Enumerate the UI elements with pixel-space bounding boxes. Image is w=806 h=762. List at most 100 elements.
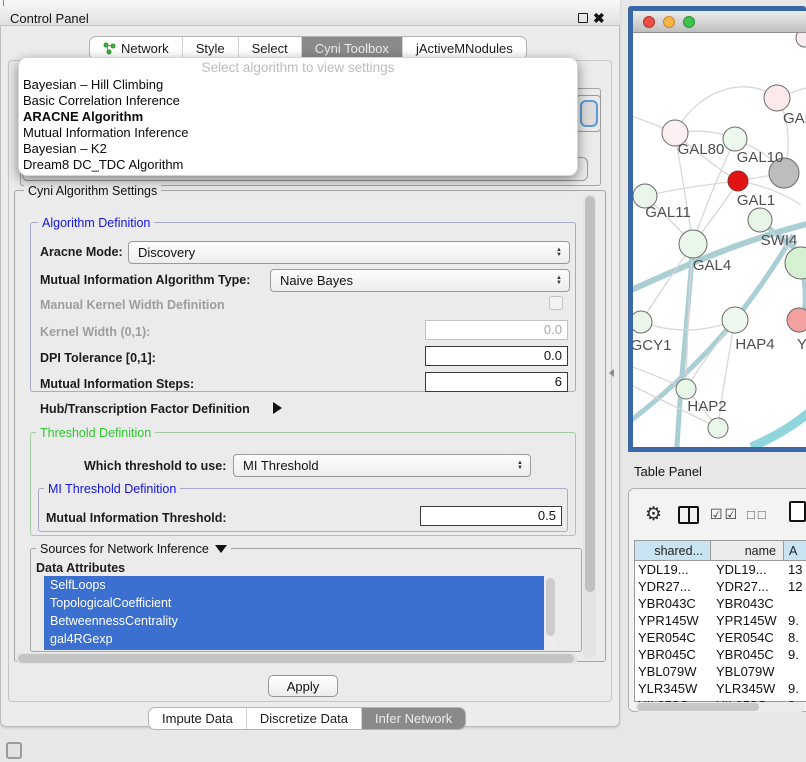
table-row[interactable]: YER054C YER054C 8. xyxy=(634,629,806,646)
split-columns-icon[interactable] xyxy=(678,506,699,524)
table-row[interactable]: YLR345W YLR345W 9. xyxy=(634,680,806,697)
dropdown-item-dream8[interactable]: Dream8 DC_TDC Algorithm xyxy=(19,157,577,173)
control-panel-titlebar xyxy=(0,0,620,26)
node-gal10[interactable] xyxy=(723,127,747,151)
node-bottom[interactable] xyxy=(708,418,728,438)
close-icon[interactable]: ✖ xyxy=(593,10,605,27)
node-right-green[interactable] xyxy=(785,247,806,279)
close-traffic-light[interactable] xyxy=(643,16,655,28)
label-y-cut: Y xyxy=(797,336,806,353)
label-gal10: GAL10 xyxy=(737,149,784,166)
dropdown-item-aracne[interactable]: ARACNE Algorithm xyxy=(19,109,577,125)
tab-infer-network[interactable]: Infer Network xyxy=(361,708,465,729)
dropdown-item-mutual-information[interactable]: Mutual Information Inference xyxy=(19,125,577,141)
data-attributes-label: Data Attributes xyxy=(36,561,125,575)
table-rows: YDL19... YDL19... 13 YDR27... YDR27... 1… xyxy=(634,561,806,702)
tab-style[interactable]: Style xyxy=(182,37,238,59)
label-gal-cut: GAL xyxy=(783,110,806,127)
select-all-checks-icon[interactable]: ☑☑ xyxy=(710,506,739,523)
split-divider xyxy=(688,508,690,522)
column-header-name[interactable]: name xyxy=(710,540,784,561)
node-gal1-red[interactable] xyxy=(728,171,748,191)
which-threshold-combobox[interactable]: MI Threshold ▲▼ xyxy=(233,454,531,477)
tab-cyni-toolbox[interactable]: Cyni Toolbox xyxy=(301,37,402,59)
label-gal1: GAL1 xyxy=(737,192,775,209)
node-gal-top[interactable] xyxy=(764,85,790,111)
table-hscrollbar-thumb[interactable] xyxy=(637,703,759,711)
stepper-arrows-icon: ▲▼ xyxy=(556,276,562,286)
minimized-panel-icon[interactable] xyxy=(6,742,22,759)
deselect-all-checks-icon[interactable]: □□ xyxy=(747,507,769,522)
node-cut-topright[interactable] xyxy=(796,33,806,47)
label-hap2: HAP2 xyxy=(687,398,726,415)
network-titlebar[interactable] xyxy=(633,11,806,33)
list-item-selfloops[interactable]: SelfLoops xyxy=(44,576,544,594)
dropdown-item-basic-correlation[interactable]: Basic Correlation Inference xyxy=(19,93,577,109)
node-gcy1[interactable] xyxy=(633,311,652,333)
stepper-arrows-icon: ▲▼ xyxy=(517,461,523,471)
list-vscrollbar-thumb[interactable] xyxy=(546,578,555,636)
page-icon[interactable] xyxy=(789,501,806,522)
zoom-traffic-light[interactable] xyxy=(683,16,695,28)
focused-spinner[interactable] xyxy=(580,100,598,127)
node-hap2[interactable] xyxy=(676,379,696,399)
table-row[interactable]: YDL19... YDL19... 13 xyxy=(634,561,806,578)
dropdown-item-bayesian-hill-climbing[interactable]: Bayesian – Hill Climbing xyxy=(19,77,577,93)
which-threshold-value: MI Threshold xyxy=(243,458,319,473)
column-header-cut[interactable]: A xyxy=(783,540,806,561)
mi-steps-label: Mutual Information Steps: xyxy=(40,377,194,391)
sources-title-row[interactable]: Sources for Network Inference xyxy=(36,542,231,556)
node-hap4[interactable] xyxy=(722,307,748,333)
panel-collapse-handle[interactable] xyxy=(609,369,614,377)
settings-vscrollbar-thumb[interactable] xyxy=(585,196,595,592)
triangle-down-icon xyxy=(215,545,227,553)
threshold-definition-title: Threshold Definition xyxy=(36,426,155,440)
mi-algorithm-type-combobox[interactable]: Naive Bayes ▲▼ xyxy=(270,269,570,292)
table-row[interactable]: YBR043C YBR043C xyxy=(634,595,806,612)
aracne-mode-combobox[interactable]: Discovery ▲▼ xyxy=(128,241,570,264)
dpi-tolerance-field[interactable]: 0.0 xyxy=(425,346,568,366)
tab-impute-data[interactable]: Impute Data xyxy=(149,708,246,729)
mi-steps-field[interactable]: 6 xyxy=(425,372,568,392)
dpi-tolerance-label: DPI Tolerance [0,1]: xyxy=(40,351,156,365)
tab-jactivemnodules[interactable]: jActiveMNodules xyxy=(402,37,526,59)
stepper-arrows-icon: ▲▼ xyxy=(556,248,562,258)
triangle-right-icon[interactable] xyxy=(273,402,282,414)
settings-hscrollbar-thumb[interactable] xyxy=(18,654,574,663)
apply-button[interactable]: Apply xyxy=(268,675,338,697)
tab-discretize-data[interactable]: Discretize Data xyxy=(246,708,361,729)
label-hap4: HAP4 xyxy=(735,336,774,353)
node-swi4[interactable] xyxy=(748,208,772,232)
label-gal80: GAL80 xyxy=(678,141,725,158)
list-item-betweennesscentrality[interactable]: BetweennessCentrality xyxy=(44,612,544,630)
dropdown-item-bayesian-k2[interactable]: Bayesian – K2 xyxy=(19,141,577,157)
list-item-gal4rgexp[interactable]: gal4RGexp xyxy=(44,630,544,648)
manual-kernel-checkbox[interactable] xyxy=(549,296,563,310)
node-labels: GAL GAL80 GAL10 GAL1 GAL11 SWI4 GAL4 GCY… xyxy=(633,110,806,415)
minimize-traffic-light[interactable] xyxy=(663,16,675,28)
float-window-icon[interactable] xyxy=(578,13,588,23)
gear-icon[interactable]: ⚙ xyxy=(645,503,662,526)
aracne-mode-label: Aracne Mode: xyxy=(40,245,123,259)
algorithm-dropdown-placeholder: Select algorithm to view settings xyxy=(19,58,577,77)
label-swi4: SWI4 xyxy=(761,232,798,249)
tab-network[interactable]: Network xyxy=(90,37,182,59)
mi-threshold-field[interactable]: 0.5 xyxy=(420,506,562,526)
table-row[interactable]: YBL079W YBL079W xyxy=(634,663,806,680)
table-row[interactable]: YBR045C YBR045C 9. xyxy=(634,646,806,663)
artifact-tick xyxy=(3,0,4,6)
node-gal4[interactable] xyxy=(679,230,707,258)
hub-definition-label: Hub/Transcription Factor Definition xyxy=(40,402,250,416)
node-salmon[interactable] xyxy=(787,308,806,332)
kernel-width-field[interactable]: 0.0 xyxy=(425,320,568,340)
mi-threshold-label: Mutual Information Threshold: xyxy=(46,511,227,525)
cyni-settings-title: Cyni Algorithm Settings xyxy=(24,184,161,198)
column-header-shared-name[interactable]: shared... xyxy=(634,540,711,561)
table-row[interactable]: YPR145W YPR145W 9. xyxy=(634,612,806,629)
network-canvas[interactable]: GAL GAL80 GAL10 GAL1 GAL11 SWI4 GAL4 GCY… xyxy=(633,33,806,447)
label-gcy1: GCY1 xyxy=(633,337,671,354)
table-row[interactable]: YDR27... YDR27... 12 xyxy=(634,578,806,595)
tab-select[interactable]: Select xyxy=(238,37,301,59)
mi-algorithm-type-value: Naive Bayes xyxy=(280,273,353,288)
list-item-topologicalcoefficient[interactable]: TopologicalCoefficient xyxy=(44,594,544,612)
